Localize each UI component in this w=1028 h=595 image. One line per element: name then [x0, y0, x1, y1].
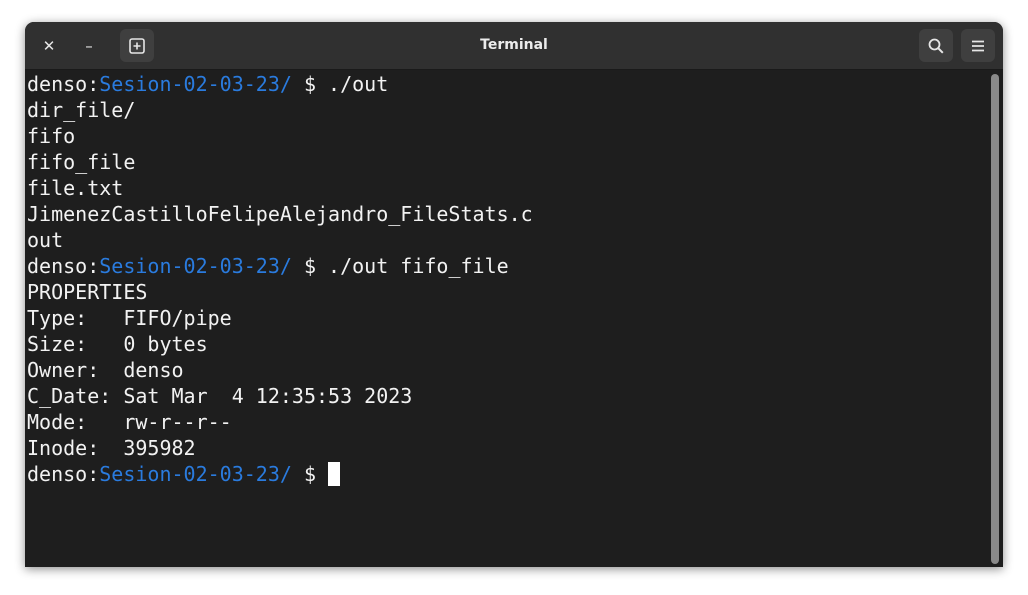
prompt-separator: :	[87, 72, 100, 96]
output-line: file.txt	[27, 175, 987, 201]
output-text: C_Date: Sat Mar 4 12:35:53 2023	[27, 384, 413, 408]
output-line: Owner: denso	[27, 357, 987, 383]
prompt-separator: :	[87, 462, 100, 486]
search-button[interactable]	[919, 29, 953, 62]
output-text: Type: FIFO/pipe	[27, 306, 232, 330]
output-line: PROPERTIES	[27, 279, 987, 305]
window-title: Terminal	[480, 37, 548, 53]
output-line: Inode: 395982	[27, 435, 987, 461]
prompt-user: denso	[27, 72, 88, 96]
prompt-line: denso:Sesion-02-03-23/ $	[27, 461, 987, 487]
text-cursor	[328, 462, 341, 486]
output-line: C_Date: Sat Mar 4 12:35:53 2023	[27, 383, 987, 409]
output-text: fifo	[27, 124, 76, 148]
prompt-path: Sesion-02-03-23/	[99, 254, 292, 278]
output-line: dir_file/	[27, 97, 987, 123]
prompt-path: Sesion-02-03-23/	[99, 72, 292, 96]
scrollbar[interactable]	[989, 71, 1003, 567]
output-text: Inode: 395982	[27, 436, 196, 460]
output-line: fifo	[27, 123, 987, 149]
output-text: fifo_file	[27, 150, 136, 174]
output-text: Mode: rw-r--r--	[27, 410, 232, 434]
scrollbar-thumb[interactable]	[991, 74, 999, 564]
output-line: JimenezCastilloFelipeAlejandro_FileStats…	[27, 201, 987, 227]
output-line: out	[27, 227, 987, 253]
prompt-symbol: $	[291, 254, 329, 278]
minimize-icon[interactable]: –	[76, 33, 102, 59]
output-line: Mode: rw-r--r--	[27, 409, 987, 435]
command-text: ./out fifo_file	[328, 254, 509, 278]
prompt-line: denso:Sesion-02-03-23/ $ ./out	[27, 71, 987, 97]
prompt-separator: :	[87, 254, 100, 278]
prompt-symbol: $	[291, 462, 329, 486]
menu-button[interactable]	[961, 29, 995, 62]
terminal-window: ✕ – Terminal denso:Sesion-02-03-23/ $ ./…	[25, 22, 1003, 567]
output-text: file.txt	[27, 176, 124, 200]
output-text: PROPERTIES	[27, 280, 148, 304]
output-line: fifo_file	[27, 149, 987, 175]
title-bar[interactable]: ✕ – Terminal	[25, 22, 1003, 70]
prompt-symbol: $	[291, 72, 329, 96]
prompt-user: denso	[27, 462, 88, 486]
prompt-path: Sesion-02-03-23/	[99, 462, 292, 486]
output-line: Type: FIFO/pipe	[27, 305, 987, 331]
terminal-output[interactable]: denso:Sesion-02-03-23/ $ ./out dir_file/f…	[27, 71, 987, 565]
search-icon	[928, 38, 944, 54]
close-icon[interactable]: ✕	[36, 33, 62, 59]
output-text: Size: 0 bytes	[27, 332, 208, 356]
output-text: Owner: denso	[27, 358, 184, 382]
new-tab-button[interactable]	[120, 29, 154, 62]
hamburger-menu-icon	[972, 40, 984, 51]
output-text: JimenezCastilloFelipeAlejandro_FileStats…	[27, 202, 533, 226]
command-text: ./out	[328, 72, 389, 96]
output-line: Size: 0 bytes	[27, 331, 987, 357]
output-text: out	[27, 228, 64, 252]
output-text: dir_file/	[27, 98, 136, 122]
prompt-line: denso:Sesion-02-03-23/ $ ./out fifo_file	[27, 253, 987, 279]
new-tab-icon	[129, 37, 145, 54]
prompt-user: denso	[27, 254, 88, 278]
